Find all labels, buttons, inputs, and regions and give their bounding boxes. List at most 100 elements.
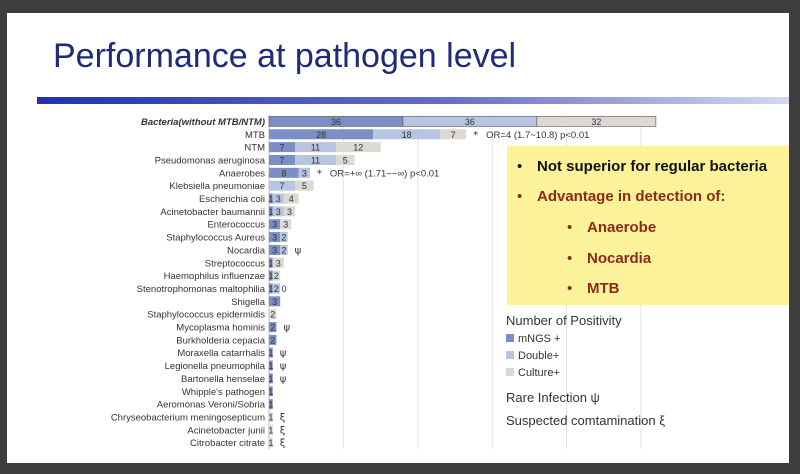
category-label: Streptococcus — [205, 258, 265, 269]
data-label: 1 — [268, 348, 273, 358]
data-label: 2 — [270, 310, 275, 320]
data-label: 3 — [276, 194, 281, 204]
category-label: Mycoplasma hominis — [176, 323, 265, 334]
category-label: Bacteria(without MTB/NTM) — [141, 117, 265, 128]
data-label: 3 — [302, 168, 307, 178]
callout-text: Not superior for regular bacteria — [537, 158, 768, 175]
category-label: Staphylococcus Aureus — [166, 233, 265, 244]
legend-label: Double+ — [518, 350, 560, 362]
callout-text: MTB — [587, 280, 620, 297]
legend-swatch — [506, 351, 514, 359]
data-label: 11 — [311, 143, 320, 153]
slide: Performance at pathogen level Bacteria(w… — [7, 13, 789, 463]
callout-text: Anaerobe — [587, 219, 657, 236]
data-label: 2 — [274, 271, 279, 281]
data-label: 11 — [311, 155, 320, 165]
data-label: 32 — [591, 117, 601, 127]
data-label: 1 — [268, 361, 273, 371]
legend-item-double: Double+ — [506, 350, 559, 362]
data-label: 1 — [268, 400, 273, 410]
category-label: Pseudomonas aeruginosa — [155, 155, 266, 166]
marker-symbol: ξ — [280, 438, 286, 449]
data-label: 3 — [287, 207, 292, 217]
marker-symbol: ψ — [283, 323, 290, 334]
legend-swatch — [506, 368, 514, 376]
legend-item-culture: Culture+ — [506, 367, 560, 379]
legend-item-mngs: mNGS + — [506, 333, 560, 345]
category-label: Escherichia coli — [199, 194, 265, 205]
callout-item: • MTB — [567, 280, 620, 297]
data-label: 28 — [316, 130, 326, 140]
callout-item: • Not superior for regular bacteria — [517, 158, 767, 175]
data-label: 2 — [270, 323, 275, 333]
category-label: Stenotrophomonas maltophilia — [137, 284, 266, 295]
data-label: 5 — [302, 181, 307, 191]
marker-symbol: ψ — [295, 245, 302, 256]
or-annotation: OR=+∞ (1.71~~∞) p<0.01 — [330, 168, 439, 179]
callout-item: • Nocardia — [567, 250, 651, 267]
marker-symbol: ψ — [280, 348, 287, 359]
data-label: 2 — [270, 335, 275, 345]
data-label: 7 — [280, 181, 285, 191]
category-label: Acinetobacter junii — [187, 425, 265, 436]
data-label: 1 — [268, 412, 273, 422]
category-label: Klebsiella pneumoniae — [169, 181, 265, 192]
category-label: MTB — [245, 130, 265, 141]
bullet-glyph: • — [517, 188, 523, 205]
callout-box: • Not superior for regular bacteria • Adva… — [507, 146, 789, 305]
category-label: Shigella — [231, 297, 266, 308]
data-label: 3 — [272, 297, 277, 307]
callout-item: • Advantage in detection of: — [517, 188, 725, 205]
category-label: Legionella pneumophila — [165, 361, 266, 372]
data-label: 4 — [289, 194, 294, 204]
category-label: Enterococcus — [207, 220, 265, 231]
data-label: 7 — [451, 130, 456, 140]
data-label: 2 — [281, 245, 286, 255]
bullet-glyph: • — [567, 250, 573, 267]
category-label: Burkholderia cepacia — [176, 335, 265, 346]
category-label: Citrobacter citrate — [190, 438, 265, 449]
category-label: Whipple's pathogen — [182, 387, 265, 398]
category-label: Haemophilus influenzae — [164, 271, 265, 282]
data-label: 7 — [280, 155, 285, 165]
callout-text: Nocardia — [587, 250, 652, 267]
contamination-note: Suspected comtamination ξ — [506, 413, 666, 428]
data-label: 36 — [331, 117, 341, 127]
marker-symbol: ξ — [280, 425, 286, 436]
category-label: Nocardia — [227, 245, 266, 256]
data-label: 36 — [465, 117, 475, 127]
data-label: 3 — [276, 207, 281, 217]
data-label: 1 — [268, 207, 273, 217]
bullet-glyph: • — [567, 280, 573, 297]
data-label: 12 — [353, 143, 363, 153]
marker-symbol: ψ — [280, 374, 287, 385]
data-label: 1 — [268, 438, 273, 448]
legend-swatch — [506, 334, 514, 342]
data-label: 1 — [268, 258, 273, 268]
callout-text: Advantage in detection of: — [537, 188, 726, 205]
data-label: 3 — [272, 245, 277, 255]
data-label: 5 — [343, 155, 348, 165]
marker-symbol: ξ — [280, 412, 286, 423]
bullet-glyph: • — [517, 158, 523, 175]
bullet-glyph: • — [567, 219, 573, 236]
data-label: 1 — [268, 374, 273, 384]
data-label: 1 — [268, 284, 273, 294]
data-label: 3 — [276, 258, 281, 268]
category-label: Moraxella catarrhalis — [177, 348, 265, 359]
legend-label: mNGS + — [518, 333, 561, 345]
data-label: 1 — [268, 425, 273, 435]
category-label: Staphylococcus epidermidis — [147, 310, 265, 321]
data-label: 2 — [281, 233, 286, 243]
legend-label: Culture+ — [518, 367, 560, 379]
data-label: 1 — [268, 387, 273, 397]
data-label: 8 — [281, 168, 286, 178]
data-label: 7 — [280, 143, 285, 153]
category-label: Bartonella henselae — [181, 374, 265, 385]
category-label: Chryseobacterium meningosepticum — [111, 412, 265, 423]
data-label: 0 — [282, 284, 287, 294]
rare-infection-note: Rare Infection ψ — [506, 390, 600, 405]
data-label: 2 — [274, 284, 279, 294]
data-label: 18 — [402, 130, 412, 140]
data-label: 3 — [272, 220, 277, 230]
